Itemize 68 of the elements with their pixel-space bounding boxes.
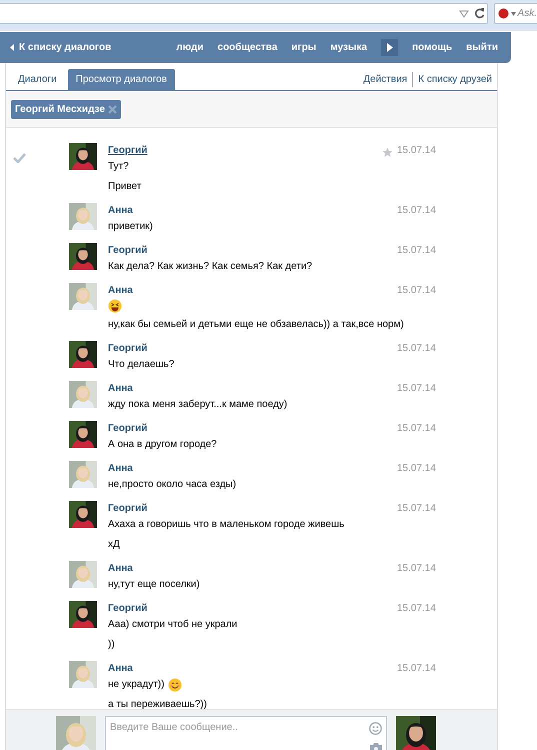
search-placeholder: Ask. xyxy=(518,7,537,21)
message-text: не украдут)) xyxy=(108,678,164,692)
message-text: приветик) xyxy=(108,220,153,234)
author-name[interactable]: Георгий xyxy=(108,601,148,617)
message-text: жду пока меня заберут...к маме поеду) xyxy=(108,398,288,412)
author-name[interactable]: Георгий xyxy=(108,243,148,259)
smiling-emoji-icon xyxy=(168,678,182,692)
message-date: 15.07.14 xyxy=(397,462,437,476)
back-link[interactable]: К списку диалогов xyxy=(10,40,112,55)
search-field[interactable]: Ask. xyxy=(494,3,537,24)
nav-link[interactable]: выйти xyxy=(466,40,498,55)
message-text: А она в другом городе? xyxy=(108,438,217,452)
author-name[interactable]: Анна xyxy=(108,381,133,397)
message-date: 15.07.14 xyxy=(397,244,437,258)
search-engine-icon xyxy=(498,8,509,19)
close-icon[interactable] xyxy=(108,104,117,114)
message-text: Тут? xyxy=(108,160,129,174)
message-date: 15.07.14 xyxy=(397,562,437,576)
check-icon[interactable] xyxy=(13,153,26,164)
author-name[interactable]: Анна xyxy=(108,461,133,477)
action-link[interactable]: К списку друзей xyxy=(412,72,492,87)
message-text: Ахаха а говоришь что в маленьком городе живешь xyxy=(108,518,344,532)
message-text: Привет xyxy=(108,180,142,194)
camera-icon[interactable] xyxy=(370,743,382,750)
reload-icon[interactable] xyxy=(474,7,485,19)
nav-link[interactable]: музыка xyxy=(330,40,368,55)
message-date: 15.07.14 xyxy=(397,422,437,436)
action-link[interactable]: Действия xyxy=(363,72,408,87)
play-icon xyxy=(386,43,393,52)
author-name[interactable]: Георгий xyxy=(108,143,148,159)
recipient-token[interactable]: Георгий Месхидзе xyxy=(11,100,121,118)
message-text: Как дела? Как жизнь? Как семья? Как дети? xyxy=(108,260,312,274)
message-text: Что делаешь? xyxy=(108,358,174,372)
author-name[interactable]: Георгий xyxy=(108,501,148,517)
message-text: Ааа) смотри чтоб не украли xyxy=(108,618,238,632)
nav-link[interactable]: люди xyxy=(176,40,204,55)
star-icon[interactable] xyxy=(382,146,393,158)
message-date: 15.07.14 xyxy=(397,342,437,356)
message-date: 15.07.14 xyxy=(397,662,437,676)
message-input[interactable]: Введите Ваше сообщение.. xyxy=(105,716,387,750)
message-text: не,просто около часа езды) xyxy=(108,478,236,492)
nav-link[interactable]: сообщества xyxy=(218,40,278,55)
laughing-emoji-icon xyxy=(108,299,122,313)
message-date: 15.07.14 xyxy=(397,602,437,616)
caret-icon xyxy=(510,12,516,16)
author-name[interactable]: Анна xyxy=(108,561,133,577)
author-name[interactable]: Георгий xyxy=(108,421,148,437)
message-date: 15.07.14 xyxy=(397,382,437,396)
dropdown-icon[interactable] xyxy=(459,10,469,18)
message-text: )) xyxy=(108,638,115,652)
message-text: хД xyxy=(108,538,120,552)
author-name[interactable]: Анна xyxy=(108,283,133,299)
tab[interactable]: Диалоги xyxy=(10,69,65,90)
tab[interactable]: Просмотр диалогов xyxy=(68,69,175,90)
message-date: 15.07.14 xyxy=(397,502,437,516)
message-text: а ты переживаешь?)) xyxy=(108,698,207,709)
nav-link[interactable]: игры xyxy=(291,40,316,55)
message-date: 15.07.14 xyxy=(397,204,437,218)
play-button[interactable] xyxy=(381,39,398,56)
emoji-icon[interactable] xyxy=(369,722,382,735)
author-name[interactable]: Георгий xyxy=(108,341,148,357)
back-icon xyxy=(10,44,14,51)
message-date: 15.07.14 xyxy=(397,144,437,158)
author-name[interactable]: Анна xyxy=(108,661,133,677)
message-text: ну,как бы семьей и детьми еще не обзавелась)) а так,все норм) xyxy=(108,318,404,332)
message-text: ну,тут еще поселки) xyxy=(108,578,200,592)
author-name[interactable]: Анна xyxy=(108,203,133,219)
nav-link[interactable]: помощь xyxy=(412,40,452,55)
